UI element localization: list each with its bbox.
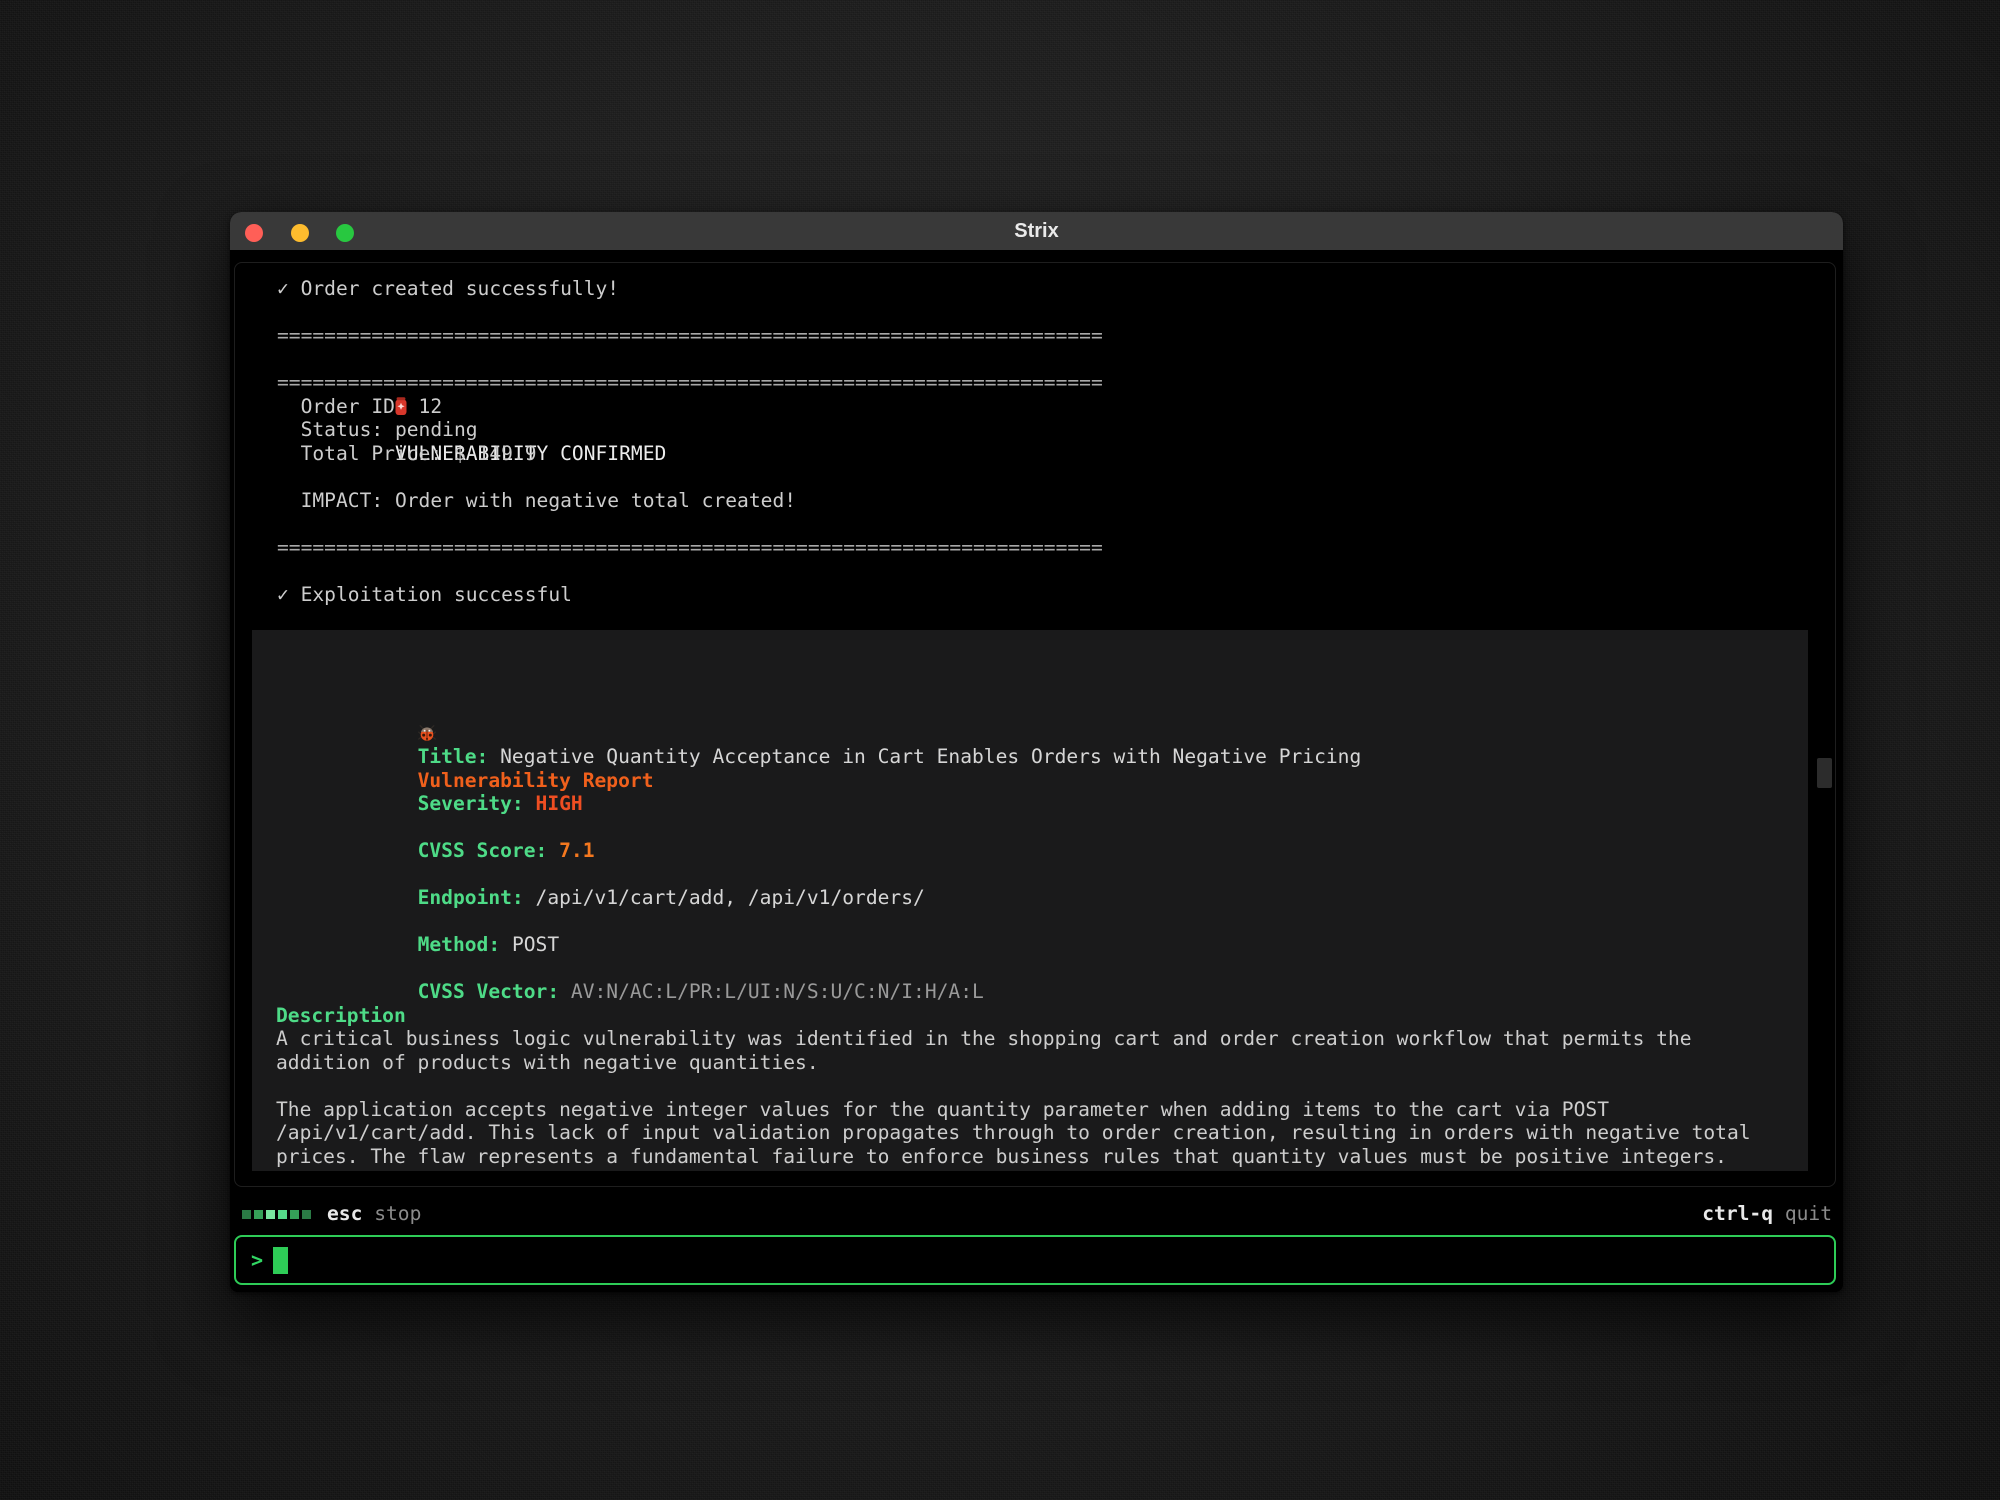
spinner-block	[278, 1210, 287, 1219]
description-line: A critical business logic vulnerability …	[276, 1027, 1808, 1051]
scrollbar-track[interactable]	[1817, 271, 1832, 1178]
report-field-cvss-score: CVSS Score:7.1	[276, 816, 1808, 840]
cvss-score-value: 7.1	[559, 839, 594, 862]
window-titlebar[interactable]: Strix	[230, 212, 1843, 250]
prompt-symbol: >	[251, 1248, 263, 1272]
field-label: Method:	[418, 933, 501, 956]
shortcut-action-quit[interactable]: quit	[1785, 1200, 1832, 1228]
status-bar-left: esc stop	[242, 1200, 421, 1228]
blank-line	[235, 559, 1835, 583]
description-line: addition of products with negative quant…	[276, 1051, 1808, 1075]
impact-line: IMPACT: Order with negative total create…	[235, 489, 1835, 513]
blank-line	[235, 512, 1835, 536]
detail-total-price: Total Price: $-149.9	[235, 442, 1835, 466]
description-line: /api/v1/cart/add. This lack of input val…	[276, 1121, 1808, 1145]
description-heading: Description	[276, 1004, 1808, 1028]
output-line-exploitation-successful: ✓ Exploitation successful	[235, 583, 1835, 607]
window-title: Strix	[230, 212, 1843, 250]
severity-badge: HIGH	[536, 792, 583, 815]
text-cursor	[273, 1247, 288, 1274]
blank-line	[235, 465, 1835, 489]
shortcut-key-esc[interactable]: esc	[327, 1200, 362, 1228]
field-value: /api/v1/cart/add, /api/v1/orders/	[536, 886, 925, 909]
spinner-block	[242, 1210, 251, 1219]
blank-line	[235, 301, 1835, 325]
activity-spinner	[242, 1210, 314, 1219]
separator-line-bottom: ========================================…	[235, 536, 1835, 560]
report-field-cvss-vector: CVSS Vector:AV:N/AC:L/PR:L/UI:N/S:U/C:N/…	[276, 957, 1808, 981]
output-line-order-created: ✓ Order created successfully!	[235, 277, 1835, 301]
terminal-output-pane[interactable]: ✓ Order created successfully! ==========…	[234, 262, 1836, 1187]
field-value: Negative Quantity Acceptance in Cart Ena…	[500, 745, 1361, 768]
report-field-endpoint: Endpoint:/api/v1/cart/add, /api/v1/order…	[276, 863, 1808, 887]
spinner-block	[266, 1210, 275, 1219]
siren-icon	[395, 371, 430, 442]
vulnerability-confirmed-line: VULNERABILITY CONFIRMED	[235, 348, 1835, 372]
shortcut-action-stop[interactable]: stop	[374, 1200, 421, 1228]
vulnerability-report-panel: Vulnerability Report Title:Negative Quan…	[252, 630, 1808, 1172]
spinner-block	[302, 1210, 311, 1219]
cvss-vector-value: AV:N/AC:L/PR:L/UI:N/S:U/C:N/I:H/A:L	[571, 980, 984, 1003]
scrollbar-thumb[interactable]	[1817, 758, 1832, 788]
terminal-output: ✓ Order created successfully! ==========…	[235, 263, 1835, 1171]
field-label: Severity:	[418, 792, 524, 815]
spinner-block	[290, 1210, 299, 1219]
blank-line	[276, 698, 1808, 722]
field-label: CVSS Vector:	[418, 980, 560, 1003]
field-value: POST	[512, 933, 559, 956]
window-body: ✓ Order created successfully! ==========…	[230, 250, 1843, 1292]
status-bar-right: ctrl-q quit	[1702, 1200, 1832, 1228]
description-line: prices. The flaw represents a fundamenta…	[276, 1145, 1808, 1169]
separator-line-top: ========================================…	[235, 324, 1835, 348]
field-label: CVSS Score:	[418, 839, 548, 862]
shortcut-key-ctrl-q[interactable]: ctrl-q	[1702, 1200, 1773, 1228]
spinner-block	[254, 1210, 263, 1219]
report-field-method: Method:POST	[276, 910, 1808, 934]
terminal-window: Strix ✓ Order created successfully! ====…	[230, 212, 1843, 1292]
report-heading-label: Vulnerability Report	[418, 769, 654, 792]
command-input[interactable]: >	[234, 1235, 1836, 1285]
report-heading: Vulnerability Report	[276, 675, 1808, 699]
blank-line	[276, 1074, 1808, 1098]
bug-icon	[418, 698, 453, 769]
description-line: The application accepts negative integer…	[276, 1098, 1808, 1122]
status-bar: esc stop ctrl-q quit	[242, 1200, 1832, 1228]
blank-line	[235, 606, 1835, 630]
separator-line-middle: ========================================…	[235, 371, 1835, 395]
field-label: Endpoint:	[418, 886, 524, 909]
